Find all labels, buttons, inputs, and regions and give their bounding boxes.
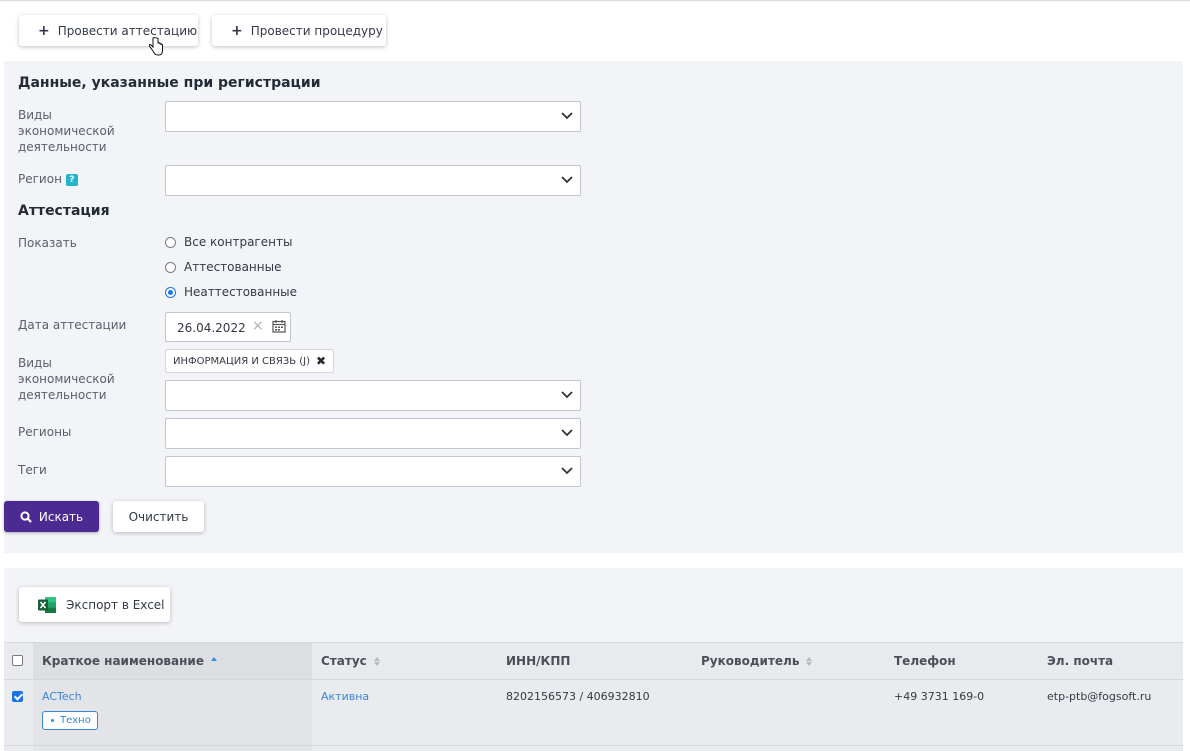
column-header-label: Краткое наименование bbox=[42, 654, 204, 668]
registration-section-title: Данные, указанные при регистрации bbox=[18, 75, 321, 91]
activity-chip-label: ИНФОРМАЦИЯ И СВЯЗЬ (J) bbox=[173, 355, 311, 367]
sort-icon[interactable] bbox=[806, 656, 813, 666]
radio-attested[interactable]: Аттестованные bbox=[165, 260, 281, 274]
column-header-status[interactable]: Статус bbox=[321, 654, 380, 668]
column-header-label: Статус bbox=[321, 654, 367, 668]
activity-types-select[interactable] bbox=[165, 101, 581, 132]
search-label: Искать bbox=[38, 509, 84, 524]
table-row-partial bbox=[4, 746, 1183, 751]
sort-icon[interactable] bbox=[373, 656, 380, 666]
date-value: 26.04.2022 bbox=[177, 321, 246, 335]
top-border bbox=[0, 0, 1190, 1]
regions-select[interactable] bbox=[165, 418, 581, 449]
region-label: Регион bbox=[18, 172, 62, 186]
radio-not-attested[interactable]: Неаттестованные bbox=[165, 285, 297, 299]
radio-all-counterparties[interactable]: Все контрагенты bbox=[165, 235, 292, 249]
sort-icon[interactable] bbox=[210, 656, 217, 666]
calendar-icon[interactable] bbox=[272, 319, 286, 333]
radio-button[interactable] bbox=[165, 261, 176, 273]
search-icon bbox=[20, 510, 32, 523]
conduct-attestation-button[interactable]: + Провести аттестацию bbox=[19, 15, 198, 46]
remove-chip-icon[interactable]: ✖ bbox=[316, 354, 326, 368]
attestation-date-input[interactable]: 26.04.2022 × bbox=[165, 312, 291, 342]
radio-label: Неаттестованные bbox=[184, 285, 298, 299]
search-button[interactable]: Искать bbox=[4, 501, 99, 532]
conduct-attestation-label: Провести аттестацию bbox=[57, 23, 198, 38]
row-checkbox[interactable] bbox=[12, 691, 23, 702]
sorted-column-bg bbox=[33, 746, 312, 751]
radio-label: Аттестованные bbox=[184, 260, 282, 274]
company-name-link[interactable]: ACTech bbox=[42, 690, 82, 703]
help-icon[interactable]: ? bbox=[65, 174, 78, 186]
clear-date-icon[interactable]: × bbox=[252, 318, 264, 334]
chevron-down-icon bbox=[561, 429, 573, 437]
column-header-label: Руководитель bbox=[701, 654, 800, 668]
radio-label: Все контрагенты bbox=[184, 235, 293, 249]
clear-label: Очистить bbox=[128, 509, 189, 524]
tags-label: Теги bbox=[18, 463, 47, 477]
company-tag[interactable]: Техно bbox=[42, 711, 98, 730]
phone-value: +49 3731 169-0 bbox=[894, 690, 985, 703]
conduct-procedure-button[interactable]: + Провести процедуру bbox=[212, 15, 386, 46]
show-label: Показать bbox=[18, 236, 77, 250]
export-excel-button[interactable]: Экспорт в Excel bbox=[19, 587, 170, 622]
region-label-wrap: Регион? bbox=[18, 171, 148, 187]
inn-kpp-value: 8202156573 / 406932810 bbox=[506, 690, 650, 703]
chevron-down-icon bbox=[561, 112, 573, 120]
column-header-label: Телефон bbox=[894, 654, 956, 668]
chevron-down-icon bbox=[561, 467, 573, 475]
column-header-phone: Телефон bbox=[894, 654, 956, 668]
column-header-email: Эл. почта bbox=[1047, 654, 1113, 668]
activity-chip: ИНФОРМАЦИЯ И СВЯЗЬ (J) ✖ bbox=[165, 349, 335, 373]
excel-icon bbox=[38, 596, 56, 613]
plus-icon: + bbox=[231, 22, 243, 39]
attestation-activity-label: Виды экономической деятельности bbox=[18, 356, 115, 402]
region-select[interactable] bbox=[165, 165, 581, 196]
tags-select[interactable] bbox=[165, 456, 581, 487]
select-all-checkbox[interactable] bbox=[12, 655, 23, 666]
table-header: Краткое наименование Статус ИНН/КПП Руко… bbox=[4, 642, 1183, 680]
plus-icon: + bbox=[38, 22, 50, 39]
column-header-head[interactable]: Руководитель bbox=[701, 654, 813, 668]
chevron-down-icon bbox=[561, 391, 573, 399]
table-row[interactable]: ACTech Техно Активна 8202156573 / 406932… bbox=[4, 680, 1183, 746]
column-header-name[interactable]: Краткое наименование bbox=[42, 654, 217, 668]
conduct-procedure-label: Провести процедуру bbox=[250, 23, 383, 38]
attestation-section-title: Аттестация bbox=[18, 203, 110, 219]
column-header-label: ИНН/КПП bbox=[506, 654, 571, 668]
email-value: etp-ptb@fogsoft.ru bbox=[1047, 690, 1152, 703]
activity-types-label: Виды экономической деятельности bbox=[18, 108, 115, 154]
regions-label: Регионы bbox=[18, 425, 72, 439]
chevron-down-icon bbox=[561, 176, 573, 184]
clear-button[interactable]: Очистить bbox=[113, 501, 204, 532]
tag-icon bbox=[51, 719, 54, 722]
hand-cursor-icon bbox=[149, 37, 163, 56]
export-excel-label: Экспорт в Excel bbox=[66, 597, 165, 612]
company-tag-label: Техно bbox=[60, 715, 91, 726]
attestation-date-label: Дата аттестации bbox=[18, 318, 127, 332]
column-header-inn: ИНН/КПП bbox=[506, 654, 570, 668]
status-link[interactable]: Активна bbox=[321, 690, 369, 703]
radio-button-selected[interactable] bbox=[165, 286, 176, 298]
column-header-label: Эл. почта bbox=[1047, 654, 1114, 668]
attestation-activity-select[interactable] bbox=[165, 380, 581, 411]
radio-button[interactable] bbox=[165, 236, 176, 248]
